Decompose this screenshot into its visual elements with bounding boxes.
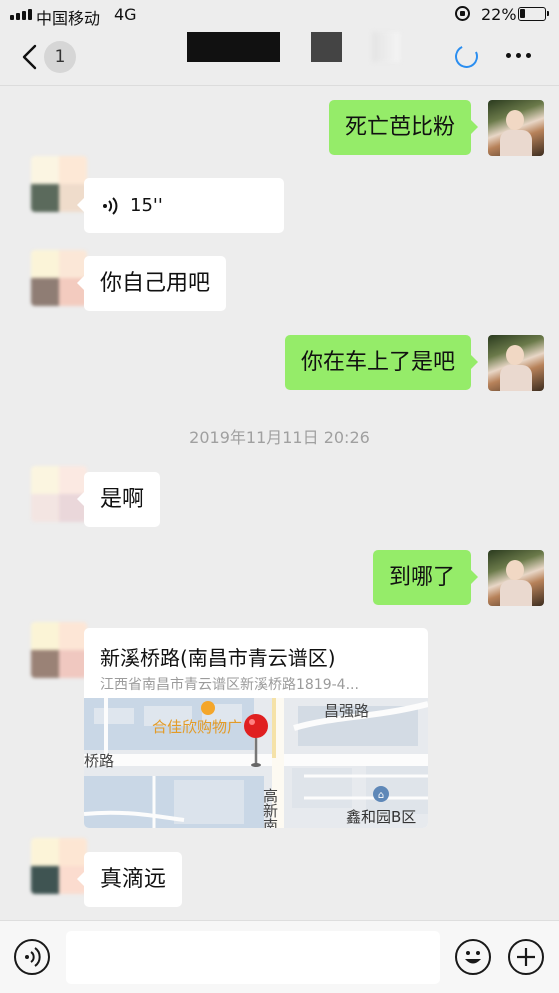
location-title: 新溪桥路(南昌市青云谱区) [100,646,336,670]
message-bubble-sent[interactable]: 死亡芭比粉 [328,100,479,155]
more-icon[interactable] [506,53,531,58]
voice-duration: 15'' [130,195,163,216]
message-text: 你自己用吧 [100,271,211,296]
carrier-name: 中国移动 [36,9,101,28]
message-bubble-sent[interactable]: 你在车上了是吧 [284,335,479,390]
network-type: 4G [114,5,137,24]
map-label-area: 鑫和园B区 [346,808,416,826]
contact-avatar[interactable] [31,622,87,678]
emoji-icon[interactable] [455,939,491,975]
message-bubble-received[interactable]: 真滴远 [76,852,183,907]
chat-header: 1 [0,30,559,86]
message-text: 真滴远 [100,867,167,892]
unread-count-badge[interactable]: 1 [44,41,76,73]
redacted-chat-title [187,32,280,62]
my-avatar[interactable] [488,550,544,606]
redacted-chat-title-part [311,32,342,62]
loading-spinner-icon [451,41,482,72]
my-avatar[interactable] [488,335,544,391]
back-chevron-icon[interactable] [16,42,46,72]
orientation-lock-icon [455,6,470,21]
message-text: 到哪了 [388,565,455,590]
message-text: 死亡芭比粉 [344,115,455,140]
chat-input-bar [0,920,559,993]
chat-timestamp: 2019年11月11日 20:26 [189,428,370,447]
message-bubble-received[interactable]: 你自己用吧 [76,256,227,311]
location-map: ⌂ 合佳欣购物广 昌强路 桥路 高新南 鑫和园B区 [84,698,428,828]
battery-icon [518,7,549,21]
location-address: 江西省南昌市青云谱区新溪桥路1819-4... [100,677,359,693]
my-avatar[interactable] [488,100,544,156]
message-bubble-sent[interactable]: 到哪了 [372,550,479,605]
redacted-chat-title-part [372,32,400,62]
message-text: 是啊 [100,487,145,512]
cellular-signal-icon [10,9,32,20]
plus-icon[interactable] [508,939,544,975]
message-bubble-received[interactable]: 是啊 [76,472,161,527]
voice-mode-icon[interactable] [14,939,50,975]
shopping-poi-icon [201,701,215,715]
map-label-road-vertical: 高新南 [261,788,279,828]
battery-percent: 22% [481,5,517,24]
svg-text:⌂: ⌂ [378,790,384,801]
map-label-road-left: 桥路 [84,752,114,770]
message-text: 你在车上了是吧 [300,350,455,375]
map-label-mall: 合佳欣购物广 [152,718,242,736]
message-input[interactable] [66,931,440,984]
voice-message-bubble[interactable]: 15'' [77,178,284,233]
map-label-road-top: 昌强路 [324,702,369,720]
svg-text:高新南: 高新南 [261,788,279,828]
status-bar: 中国移动 4G 22% [0,0,559,30]
voice-wave-icon [103,197,118,215]
location-card[interactable]: 新溪桥路(南昌市青云谱区) 江西省南昌市青云谱区新溪桥路1819-4... ⌂ … [84,628,428,828]
